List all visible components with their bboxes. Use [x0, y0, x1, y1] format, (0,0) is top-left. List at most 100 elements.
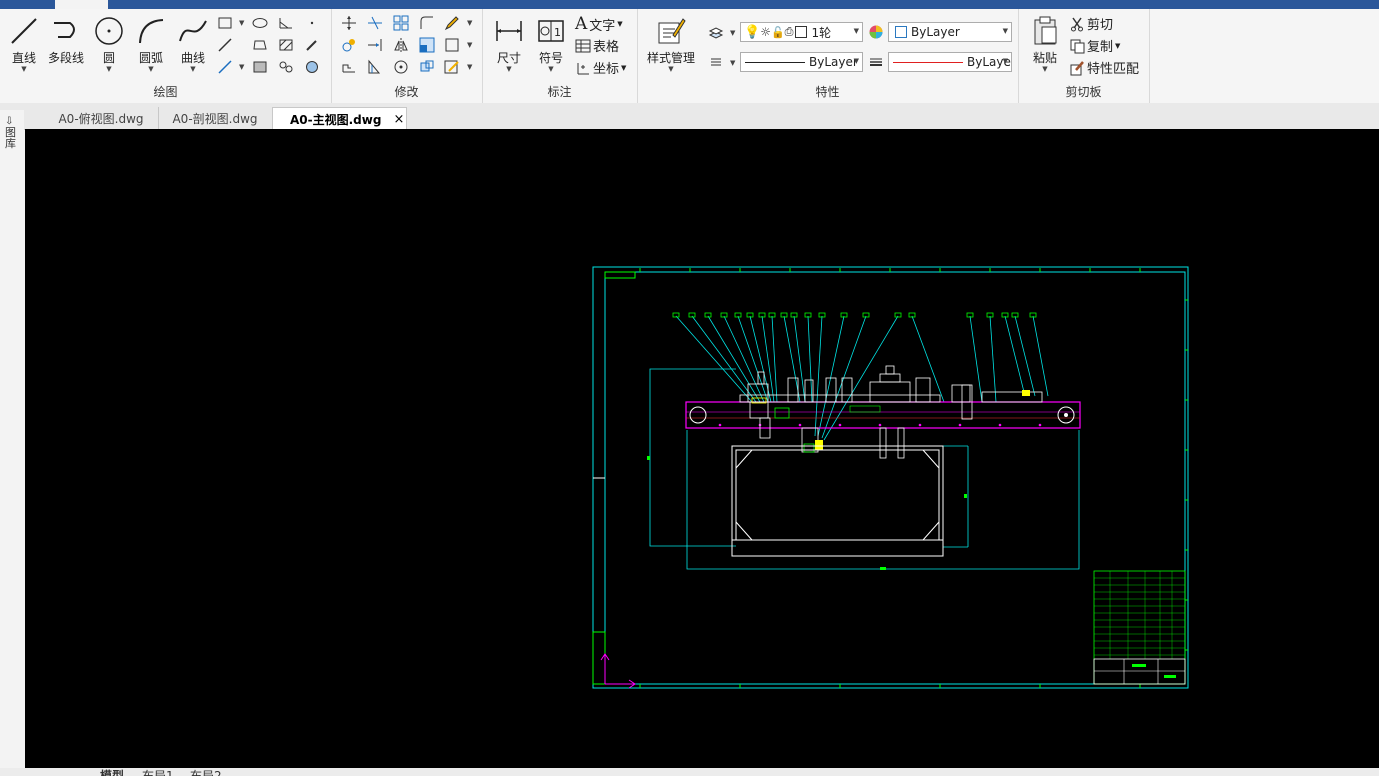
coordinate-icon [577, 62, 589, 74]
text-dropdown-arrow[interactable]: ▼ [617, 20, 622, 28]
layout-tab-model[interactable]: 模型 [100, 768, 124, 776]
construction-dropdown-arrow[interactable]: ▼ [239, 63, 244, 71]
lineweight-dropdown[interactable]: ByLaye ▼ [888, 52, 1012, 72]
curve-dropdown-arrow[interactable]: ▼ [173, 66, 213, 73]
paste-button[interactable]: 粘贴 ▼ [1025, 15, 1065, 73]
edit-dropdown-arrow[interactable]: ▼ [467, 19, 472, 27]
edit-icon[interactable] [443, 14, 461, 32]
copy-dropdown-arrow[interactable]: ▼ [1115, 42, 1120, 50]
paste-icon [1034, 16, 1057, 45]
mirror-icon[interactable] [392, 36, 410, 54]
file-tab-bar: A0-俯视图.dwg A0-剖视图.dwg A0-主视图.dwg × [0, 103, 1379, 130]
layer-manager-icon[interactable] [707, 24, 725, 42]
line-dropdown-arrow[interactable]: ▼ [4, 66, 44, 73]
cut-button[interactable]: 剪切 [1069, 14, 1113, 33]
style-manager-dropdown-arrow[interactable]: ▼ [645, 66, 697, 73]
chamfer-dropdown-arrow[interactable]: ▼ [467, 41, 472, 49]
style-manager-button[interactable]: 样式管理 ▼ [645, 15, 697, 73]
polyline-button[interactable]: 多段线 [46, 15, 86, 66]
chamfer-icon[interactable] [443, 36, 461, 54]
region-icon[interactable] [251, 36, 269, 54]
pick-icon[interactable] [303, 36, 321, 54]
ellipse-icon[interactable] [251, 14, 269, 32]
table-button[interactable]: 表格 [575, 36, 619, 55]
file-tab-top-view[interactable]: A0-俯视图.dwg [44, 107, 159, 129]
copy-object-icon[interactable] [340, 36, 358, 54]
layer-dropdown-arrow[interactable]: ▼ [854, 27, 859, 35]
lineweight-dropdown-arrow[interactable]: ▼ [1003, 57, 1008, 65]
boundary-icon[interactable] [251, 58, 269, 76]
point-icon[interactable] [303, 14, 321, 32]
machine-frame [731, 445, 944, 557]
extend-icon[interactable] [366, 36, 384, 54]
coordinate-dropdown-arrow[interactable]: ▼ [621, 64, 626, 72]
layer-manager-dropdown-arrow[interactable]: ▼ [730, 29, 735, 37]
symbol-icon: 1 [538, 20, 564, 42]
drawing-canvas[interactable] [25, 129, 1379, 770]
color-dropdown-arrow[interactable]: ▼ [1003, 27, 1008, 35]
color-dropdown[interactable]: ByLayer ▼ [888, 22, 1012, 42]
properties-edit-icon[interactable] [443, 58, 461, 76]
circle-button[interactable]: 圆 ▼ [89, 15, 129, 73]
rotate-icon[interactable] [392, 58, 410, 76]
dimension-dropdown-arrow[interactable]: ▼ [489, 66, 529, 73]
fillet-icon[interactable] [418, 14, 436, 32]
ray-icon[interactable] [216, 36, 234, 54]
rectangle-dropdown-arrow[interactable]: ▼ [239, 19, 244, 27]
linetype-dropdown[interactable]: ByLayer ▼ [740, 52, 863, 72]
upper-highlights [751, 390, 1030, 419]
text-icon: A [575, 14, 588, 34]
lineweight-icon[interactable] [867, 53, 885, 71]
line-button[interactable]: 直线 ▼ [4, 15, 44, 73]
color-wheel-icon[interactable] [867, 23, 885, 41]
hatch-icon[interactable] [277, 36, 295, 54]
layer-print-icon: ⎙ [784, 25, 794, 38]
lineweight-preview [893, 61, 963, 63]
gradient-icon[interactable] [303, 58, 321, 76]
stretch-icon[interactable] [340, 58, 358, 76]
file-tab-main-view[interactable]: A0-主视图.dwg × [272, 107, 407, 130]
modify-more-dropdown-arrow[interactable]: ▼ [467, 63, 472, 71]
explode-icon[interactable] [418, 58, 436, 76]
linetype-manager-dropdown-arrow[interactable]: ▼ [730, 59, 735, 67]
beam-bolts [718, 423, 1042, 427]
text-button[interactable]: A 文字 ▼ [575, 14, 623, 34]
dimension-button[interactable]: 尺寸 ▼ [489, 15, 529, 73]
paste-dropdown-arrow[interactable]: ▼ [1025, 66, 1065, 73]
polyline-icon [54, 22, 75, 38]
array-icon[interactable] [392, 14, 410, 32]
construction-line-icon[interactable] [216, 58, 234, 76]
cloud-icon[interactable] [277, 58, 295, 76]
copy-button[interactable]: 复制 ▼ [1069, 36, 1120, 55]
layout-tab-layout2[interactable]: 布局2 [190, 768, 222, 776]
layout-tab-layout1[interactable]: 布局1 [142, 768, 174, 776]
sheet-corner-mark [604, 271, 636, 279]
ribbon-tab-selected[interactable] [55, 0, 108, 9]
arc-button[interactable]: 圆弧 ▼ [131, 15, 171, 73]
coordinate-button[interactable]: 坐标 ▼ [575, 58, 626, 77]
curve-button[interactable]: 曲线 ▼ [173, 15, 213, 73]
scale-icon[interactable] [418, 36, 436, 54]
close-tab-icon[interactable]: × [393, 112, 404, 127]
linetype-manager-icon[interactable] [707, 53, 725, 71]
circle-dropdown-arrow[interactable]: ▼ [89, 66, 129, 73]
layer-dropdown[interactable]: 💡 ☼ 🔓 ⎙ 1轮 ▼ [740, 22, 863, 42]
style-manager-icon [658, 18, 686, 44]
symbol-dropdown-arrow[interactable]: ▼ [531, 66, 571, 73]
offset-icon[interactable] [366, 58, 384, 76]
angle-icon[interactable] [277, 14, 295, 32]
scissors-icon [1071, 17, 1083, 31]
library-panel-toggle[interactable]: ⇩ 图库 [5, 116, 19, 149]
trim-icon[interactable] [366, 14, 384, 32]
move-icon[interactable] [340, 14, 358, 32]
rectangle-icon[interactable] [216, 14, 234, 32]
layer-color-swatch [795, 26, 808, 38]
match-properties-button[interactable]: 特性匹配 [1069, 58, 1139, 77]
curve-icon [179, 20, 207, 42]
file-tab-section-view[interactable]: A0-剖视图.dwg [158, 107, 273, 129]
match-properties-icon [1070, 60, 1084, 75]
part-balloons [672, 312, 1037, 318]
linetype-dropdown-arrow[interactable]: ▼ [854, 57, 859, 65]
arc-dropdown-arrow[interactable]: ▼ [131, 66, 171, 73]
symbol-button[interactable]: 1 符号 ▼ [531, 15, 571, 73]
